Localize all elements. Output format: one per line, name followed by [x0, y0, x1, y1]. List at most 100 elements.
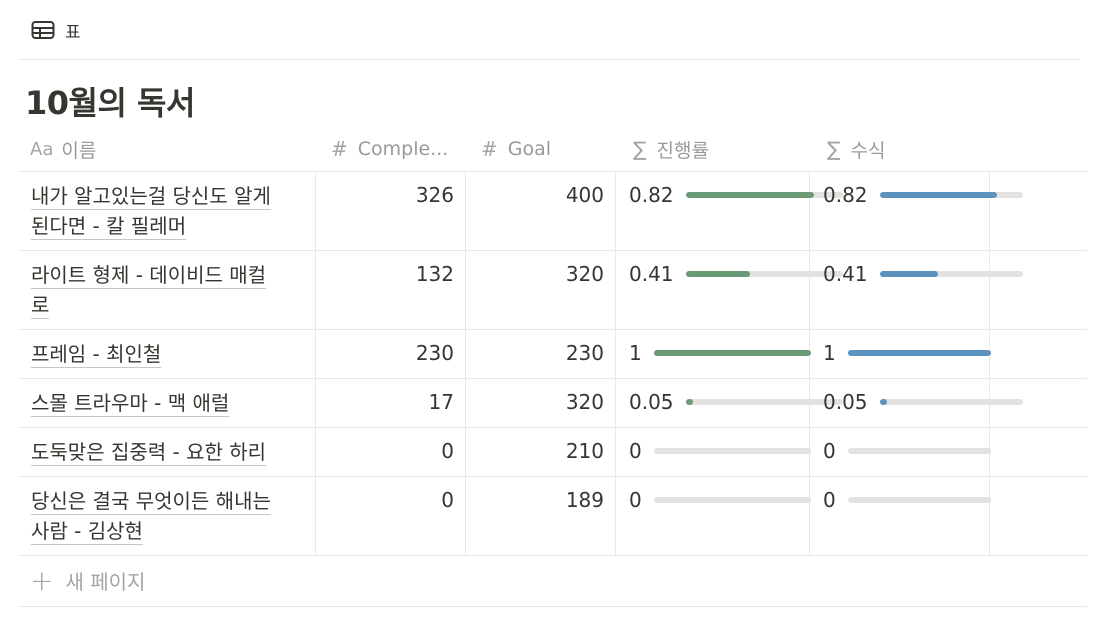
- progress-cell-fill: [685, 399, 694, 405]
- text-type-icon: Aa: [30, 138, 54, 160]
- table-row[interactable]: 당신은 결국 무엇이든 해내는 사람 - 김상현 0 189 0 0: [18, 477, 1087, 556]
- formula-cell-fill: [847, 350, 991, 356]
- formula-cell: 0.05: [823, 390, 1023, 414]
- column-header-label: Comple...: [357, 138, 449, 160]
- row-title[interactable]: 당신은 결국 무엇이든 해내는 사람 - 김상현: [31, 486, 303, 546]
- formula-cell-value: 1: [823, 341, 836, 365]
- view-tab-label: 표: [65, 22, 81, 43]
- progress-cell: 0.05: [629, 390, 843, 414]
- completed-cell[interactable]: 230: [318, 341, 454, 365]
- column-header-formula[interactable]: ∑ 수식: [827, 126, 997, 172]
- formula-cell-fill: [879, 271, 939, 277]
- row-title[interactable]: 프레임 - 최인철: [31, 339, 303, 369]
- goal-cell[interactable]: 400: [468, 183, 604, 207]
- row-title[interactable]: 도둑맞은 집중력 - 요한 하리: [31, 437, 303, 467]
- progress-cell-bar: [685, 192, 843, 198]
- database-title[interactable]: 10월의 독서: [25, 78, 195, 124]
- progress-cell-bar: [685, 399, 843, 405]
- progress-cell-bar: [653, 448, 811, 454]
- table-row[interactable]: 프레임 - 최인철 230 230 1 1: [18, 330, 1087, 379]
- formula-cell: 1: [823, 341, 991, 365]
- column-header-label: 수식: [850, 139, 886, 162]
- column-header-goal[interactable]: # Goal: [481, 126, 617, 172]
- plus-icon: +: [30, 563, 54, 597]
- column-divider: [465, 172, 466, 250]
- column-divider: [615, 330, 616, 378]
- row-title-line: 사람 - 김상현: [31, 519, 143, 545]
- column-divider: [615, 477, 616, 555]
- progress-cell: 0: [629, 439, 811, 463]
- formula-icon: ∑: [633, 137, 647, 161]
- goal-cell[interactable]: 210: [468, 439, 604, 463]
- formula-cell: 0.82: [823, 183, 1023, 207]
- column-divider: [315, 428, 316, 476]
- row-title-line: 내가 알고있는걸 당신도 알게: [31, 184, 271, 210]
- formula-cell-bar: [879, 271, 1023, 277]
- column-divider: [315, 330, 316, 378]
- completed-cell[interactable]: 0: [318, 439, 454, 463]
- column-divider: [315, 251, 316, 329]
- goal-cell[interactable]: 320: [468, 262, 604, 286]
- progress-cell-bar: [653, 350, 811, 356]
- formula-cell-value: 0.82: [823, 183, 868, 207]
- column-header-label: Goal: [507, 138, 552, 160]
- formula-cell: 0.41: [823, 262, 1023, 286]
- formula-cell-value: 0.41: [823, 262, 868, 286]
- progress-cell: 0.82: [629, 183, 843, 207]
- formula-cell-value: 0: [823, 439, 836, 463]
- table-icon: [31, 21, 55, 39]
- column-header-label: 진행률: [656, 139, 709, 162]
- progress-cell-value: 0.05: [629, 390, 674, 414]
- formula-cell-bar: [847, 350, 991, 356]
- formula-cell-bar: [879, 192, 1023, 198]
- number-icon: #: [481, 137, 498, 161]
- new-page-button[interactable]: + 새 페이지: [30, 566, 145, 595]
- table-row[interactable]: 내가 알고있는걸 당신도 알게된다면 - 칼 필레머 326 400 0.82 0.82: [18, 172, 1087, 251]
- progress-cell-fill: [685, 192, 815, 198]
- new-page-label: 새 페이지: [65, 570, 146, 594]
- column-divider: [615, 428, 616, 476]
- row-title-line: 프레임 - 최인철: [31, 342, 162, 368]
- column-header-name[interactable]: Aa 이름: [30, 126, 315, 172]
- progress-cell: 0.41: [629, 262, 843, 286]
- completed-cell[interactable]: 17: [318, 390, 454, 414]
- column-divider: [615, 379, 616, 427]
- view-tab-table[interactable]: 표: [31, 17, 81, 43]
- table-header: Aa 이름 # Comple... # Goal ∑ 진행률 ∑ 수식: [18, 126, 1087, 172]
- row-title-line: 로: [31, 293, 50, 319]
- column-divider: [615, 251, 616, 329]
- goal-cell[interactable]: 320: [468, 390, 604, 414]
- row-title[interactable]: 스몰 트라우마 - 맥 애럴: [31, 388, 303, 418]
- progress-cell-value: 0: [629, 439, 642, 463]
- formula-cell-bar: [879, 399, 1023, 405]
- progress-cell-value: 0.41: [629, 262, 674, 286]
- goal-cell[interactable]: 230: [468, 341, 604, 365]
- completed-cell[interactable]: 326: [318, 183, 454, 207]
- column-divider: [465, 477, 466, 555]
- table-row[interactable]: 도둑맞은 집중력 - 요한 하리 0 210 0 0: [18, 428, 1087, 477]
- row-title[interactable]: 내가 알고있는걸 당신도 알게된다면 - 칼 필레머: [31, 181, 303, 241]
- row-title[interactable]: 라이트 형제 - 데이비드 매컬로: [31, 260, 303, 320]
- formula-cell: 0: [823, 439, 991, 463]
- column-header-completed[interactable]: # Comple...: [331, 126, 467, 172]
- row-title-line: 된다면 - 칼 필레머: [31, 214, 187, 240]
- column-divider: [465, 330, 466, 378]
- table-row[interactable]: 라이트 형제 - 데이비드 매컬로 132 320 0.41 0.41: [18, 251, 1087, 330]
- column-divider: [315, 379, 316, 427]
- column-divider: [465, 428, 466, 476]
- goal-cell[interactable]: 189: [468, 488, 604, 512]
- column-header-label: 이름: [61, 139, 97, 162]
- progress-cell-bar: [685, 271, 843, 277]
- progress-cell-bar: [653, 497, 811, 503]
- column-divider: [465, 379, 466, 427]
- row-title-line: 라이트 형제 - 데이비드 매컬: [31, 263, 267, 289]
- formula-cell-fill: [879, 399, 887, 405]
- completed-cell[interactable]: 0: [318, 488, 454, 512]
- column-header-progress[interactable]: ∑ 진행률: [633, 126, 813, 172]
- completed-cell[interactable]: 132: [318, 262, 454, 286]
- table-row[interactable]: 스몰 트라우마 - 맥 애럴 17 320 0.05 0.05: [18, 379, 1087, 428]
- formula-cell: 0: [823, 488, 991, 512]
- progress-cell: 0: [629, 488, 811, 512]
- row-title-line: 도둑맞은 집중력 - 요한 하리: [31, 440, 267, 466]
- column-divider: [615, 172, 616, 250]
